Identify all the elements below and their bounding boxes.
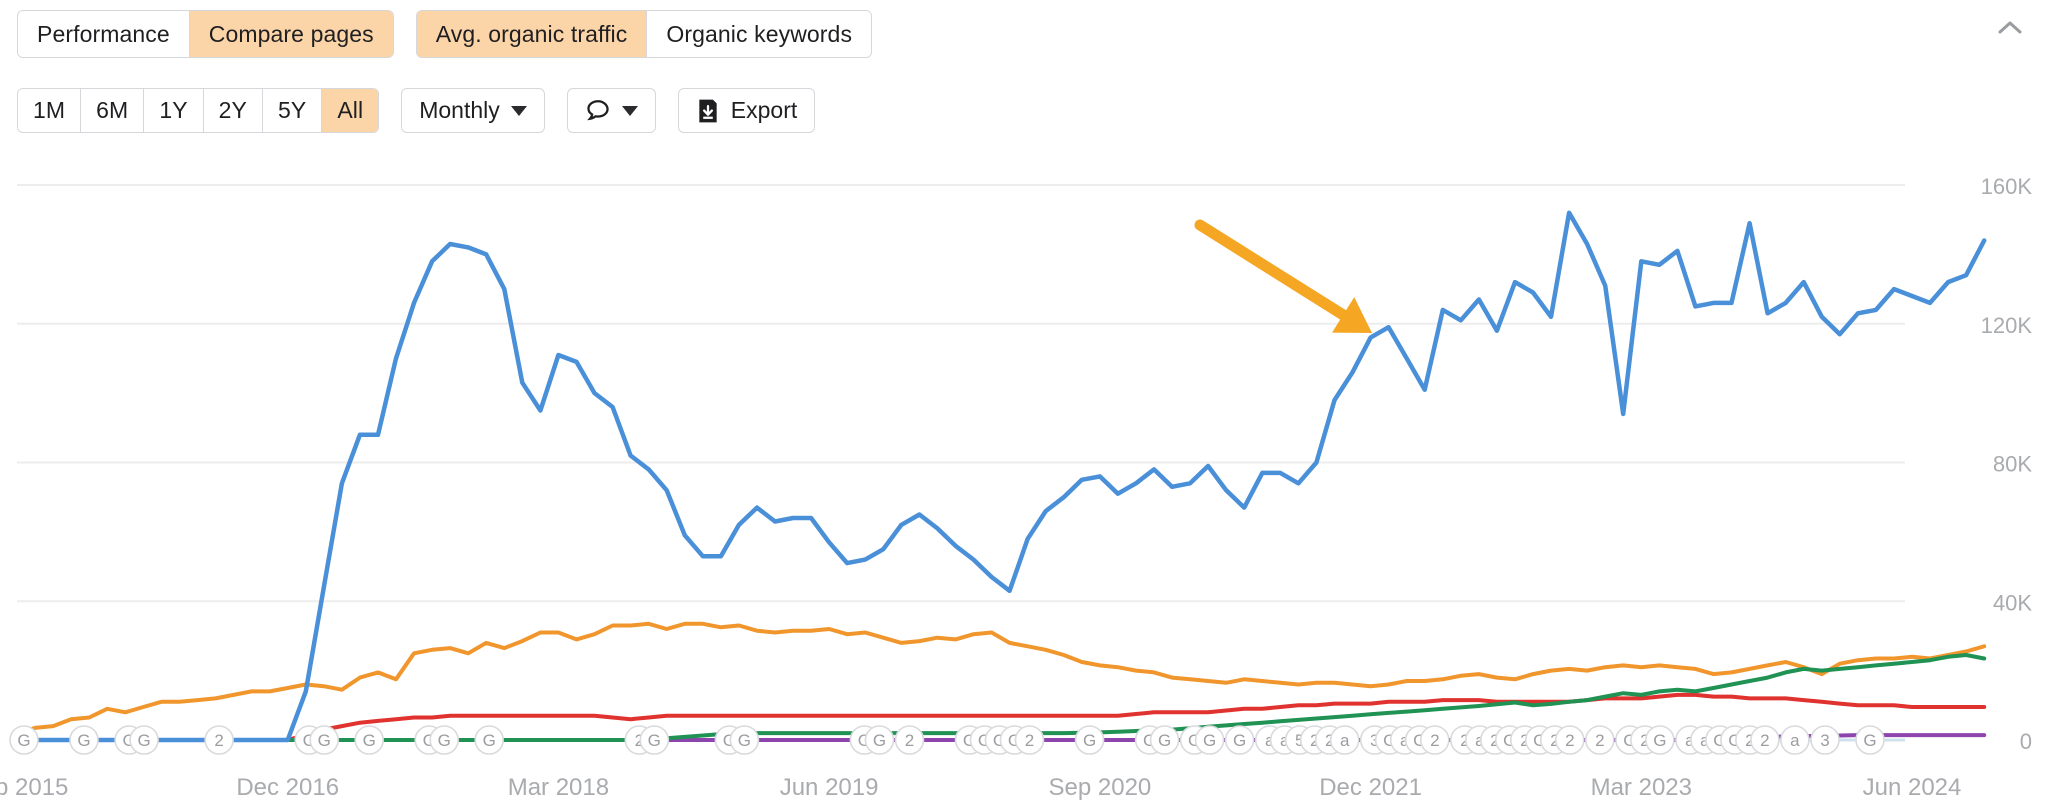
- update-marker-label: 2: [1760, 731, 1769, 750]
- update-marker-label: a: [1790, 731, 1800, 750]
- range-all[interactable]: All: [322, 89, 379, 132]
- x-axis-label: Dec 2016: [236, 774, 339, 801]
- x-axis-label: Mar 2023: [1591, 774, 1692, 801]
- chart-canvas: 040K80K120K160KG G G G 2 G G G G G G 2 G G G G G 2 G G G G 2 G G…: [0, 174, 2033, 801]
- granularity-label: Monthly: [419, 97, 500, 123]
- range-1m[interactable]: 1M: [18, 89, 82, 132]
- annotations-dropdown[interactable]: [566, 88, 656, 133]
- x-axis-label: Jun 2024: [1863, 774, 1962, 801]
- collapse-panel-button[interactable]: [1990, 8, 2030, 48]
- update-marker-label: G: [738, 731, 751, 750]
- x-axis-label: Sep 2015: [0, 774, 68, 801]
- tab-performance[interactable]: Performance: [18, 11, 190, 57]
- tab-avg-organic-traffic[interactable]: Avg. organic traffic: [416, 11, 648, 57]
- date-range-group: 1M 6M 1Y 2Y 5Y All: [17, 88, 380, 133]
- chevron-down-icon: [510, 105, 527, 116]
- update-marker-label: G: [137, 731, 150, 750]
- update-marker-label: 2: [214, 731, 223, 750]
- chevron-up-icon: [1998, 21, 2022, 34]
- granularity-dropdown[interactable]: Monthly: [401, 88, 545, 133]
- traffic-chart: 0 40K 80K 120K 160K G G G G 2 G G G G G G 2 G G G G G 2 G G G G 2 G G…: [0, 140, 2048, 803]
- chevron-down-icon: [621, 105, 638, 116]
- update-marker-label: 2: [1595, 731, 1604, 750]
- range-1y[interactable]: 1Y: [144, 89, 204, 132]
- range-5y[interactable]: 5Y: [263, 89, 323, 132]
- update-marker-label: G: [483, 731, 496, 750]
- update-marker-label: G: [873, 731, 886, 750]
- y-axis-label: 80K: [1993, 452, 2032, 477]
- update-marker-label: 2: [905, 731, 914, 750]
- export-button[interactable]: Export: [677, 88, 816, 133]
- x-axis-label: Dec 2021: [1319, 774, 1422, 801]
- y-axis-label: 120K: [1981, 313, 2033, 338]
- range-2y[interactable]: 2Y: [203, 89, 263, 132]
- metric-mode-group: Avg. organic traffic Organic keywords: [415, 10, 873, 58]
- highlight-arrow: [1194, 219, 1372, 333]
- x-axis-label: Jun 2019: [780, 774, 879, 801]
- update-marker-label: G: [77, 731, 90, 750]
- y-axis-label: 160K: [1981, 174, 2033, 199]
- update-marker-label: 3: [1820, 731, 1829, 750]
- update-marker-label: G: [1233, 731, 1246, 750]
- x-axis-label: Sep 2020: [1049, 774, 1152, 801]
- update-marker-label: G: [1083, 731, 1096, 750]
- update-marker-label: 2: [1430, 731, 1439, 750]
- update-marker-label: a: [1340, 731, 1350, 750]
- view-mode-group: Performance Compare pages: [17, 10, 394, 58]
- update-marker-label: G: [438, 731, 451, 750]
- range-6m[interactable]: 6M: [81, 89, 145, 132]
- update-marker-label: G: [17, 731, 30, 750]
- update-marker-label: G: [648, 731, 661, 750]
- update-marker-label: G: [1203, 731, 1216, 750]
- update-marker-label: 2: [1565, 731, 1574, 750]
- update-marker-label: G: [363, 731, 376, 750]
- speech-bubble-icon: [585, 98, 611, 124]
- x-axis-label: Mar 2018: [508, 774, 609, 801]
- y-axis-label: 40K: [1993, 590, 2032, 615]
- controls-row: 1M 6M 1Y 2Y 5Y All Monthly Export: [17, 88, 816, 133]
- tab-organic-keywords[interactable]: Organic keywords: [647, 11, 872, 57]
- download-icon: [696, 98, 720, 124]
- y-axis-label: 0: [2020, 729, 2032, 754]
- tab-compare-pages[interactable]: Compare pages: [189, 11, 393, 57]
- update-marker-label: 2: [1025, 731, 1034, 750]
- update-marker-label: G: [1863, 731, 1876, 750]
- update-marker-label: G: [1158, 731, 1171, 750]
- update-marker-label: G: [1653, 731, 1666, 750]
- export-label: Export: [730, 97, 798, 123]
- update-marker-label: G: [318, 731, 331, 750]
- view-tabs-row: Performance Compare pages Avg. organic t…: [17, 10, 873, 58]
- series-line: [14, 210, 1987, 743]
